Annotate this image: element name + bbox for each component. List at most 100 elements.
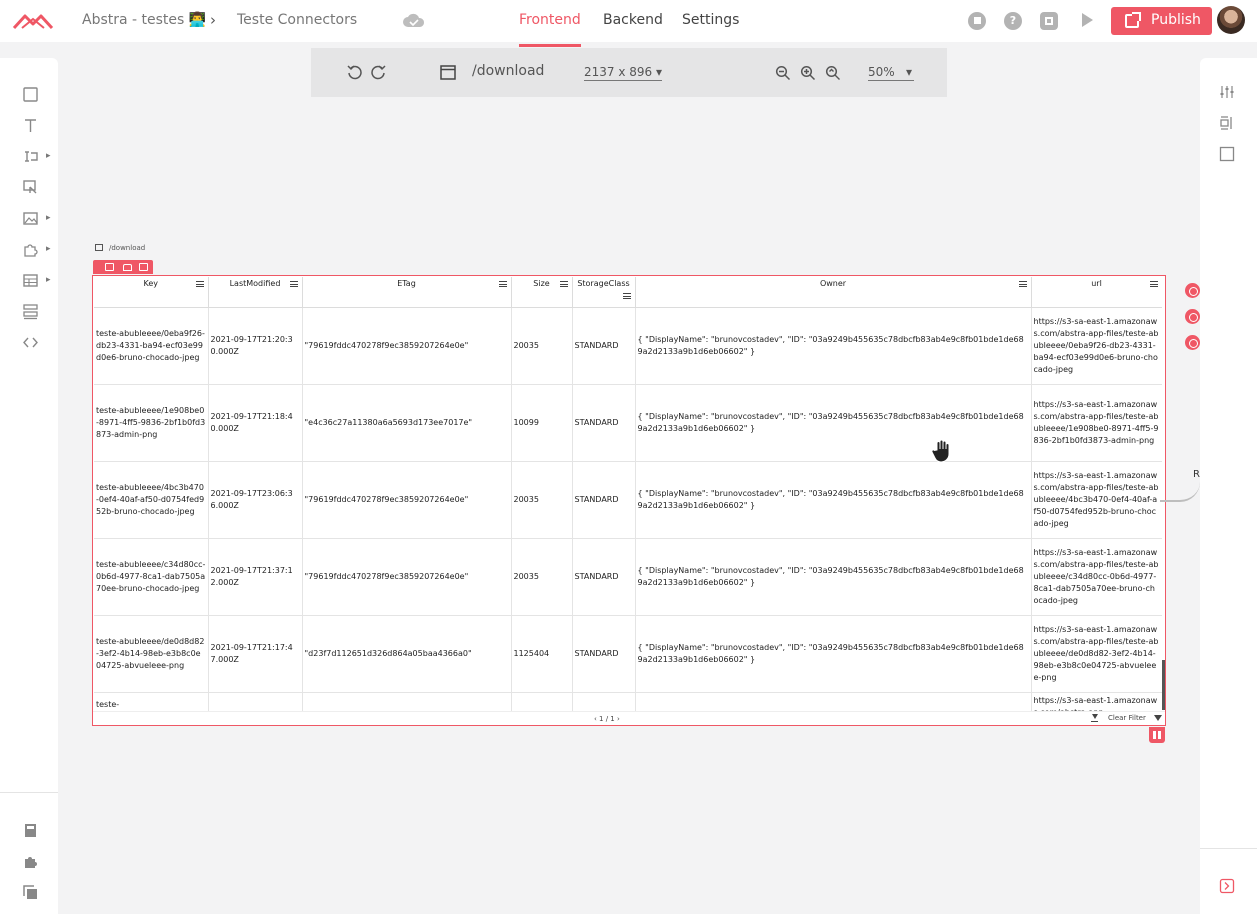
grid-scrollbar[interactable] bbox=[1162, 660, 1165, 710]
column-menu-icon[interactable] bbox=[1149, 281, 1158, 287]
cell-url[interactable]: https://s3-sa-east-1.amazonaws.com/abstr… bbox=[1031, 307, 1162, 385]
cell-storageclass[interactable]: STANDARD bbox=[572, 615, 636, 693]
grid-viewport[interactable]: Key LastModified ETag Size StorageClass … bbox=[94, 277, 1162, 711]
cell-lastmodified[interactable] bbox=[208, 692, 303, 711]
cell-size[interactable]: 20035 bbox=[511, 307, 573, 385]
pagination[interactable]: ‹ 1 / 1 › bbox=[594, 715, 620, 723]
table-row[interactable]: teste- https://s3-sa-east-1.amazonaws.co… bbox=[94, 692, 1162, 711]
column-menu-icon[interactable] bbox=[289, 281, 298, 287]
chevron-right-icon[interactable]: ▸ bbox=[46, 244, 51, 254]
table-icon[interactable] bbox=[22, 272, 39, 289]
column-header-lastmodified[interactable]: LastModified bbox=[208, 277, 303, 308]
cell-key[interactable]: teste-abubleeee/1e908be0-8971-4ff5-9836-… bbox=[94, 384, 209, 462]
tab-settings[interactable]: Settings bbox=[682, 12, 739, 28]
button-icon[interactable] bbox=[22, 179, 39, 196]
zoom-fit-icon[interactable] bbox=[825, 65, 841, 81]
cell-size[interactable]: 20035 bbox=[511, 538, 573, 616]
copy-icon[interactable] bbox=[22, 884, 39, 901]
cell-key[interactable]: teste-abubleeee/4bc3b470-0ef4-40af-af50-… bbox=[94, 461, 209, 539]
chevron-right-icon[interactable]: ▸ bbox=[46, 213, 51, 223]
cell-key[interactable]: teste-abubleeee/de0d8d82-3ef2-4b14-98eb-… bbox=[94, 615, 209, 693]
column-header-key[interactable]: Key bbox=[94, 277, 209, 308]
column-header-storageclass[interactable]: StorageClass bbox=[572, 277, 636, 308]
lock-icon[interactable] bbox=[123, 264, 132, 271]
cell-size[interactable]: 1125404 bbox=[511, 615, 573, 693]
cell-etag[interactable]: "79619fddc470278f9ec3859207264e0e" bbox=[302, 538, 512, 616]
cell-url[interactable]: https://s3-sa-east-1.amazonaws.com/abstr… bbox=[1031, 692, 1162, 711]
grid-settings-icon[interactable] bbox=[1149, 727, 1165, 743]
cell-storageclass[interactable] bbox=[572, 692, 636, 711]
table-row[interactable]: teste-abubleeee/1e908be0-8971-4ff5-9836-… bbox=[94, 384, 1162, 462]
cell-lastmodified[interactable]: 2021-09-17T21:17:47.000Z bbox=[208, 615, 303, 693]
cell-etag[interactable]: "e4c36c27a11380a6a5693d173ee7017e" bbox=[302, 384, 512, 462]
column-menu-icon[interactable] bbox=[622, 293, 631, 299]
stop-icon[interactable] bbox=[968, 12, 986, 30]
cell-lastmodified[interactable]: 2021-09-17T21:37:12.000Z bbox=[208, 538, 303, 616]
cell-lastmodified[interactable]: 2021-09-17T21:18:40.000Z bbox=[208, 384, 303, 462]
table-row[interactable]: teste-abubleeee/4bc3b470-0ef4-40af-af50-… bbox=[94, 461, 1162, 539]
cell-storageclass[interactable]: STANDARD bbox=[572, 538, 636, 616]
event-trigger-icon[interactable] bbox=[1185, 309, 1200, 324]
resolution-select[interactable]: 2137 x 896 ▾ bbox=[584, 65, 663, 81]
cell-owner[interactable] bbox=[635, 692, 1032, 711]
tab-backend[interactable]: Backend bbox=[603, 12, 663, 28]
tab-frontend[interactable]: Frontend bbox=[519, 12, 581, 28]
download-icon[interactable] bbox=[1091, 714, 1098, 722]
chevron-right-icon[interactable]: ▸ bbox=[46, 151, 51, 161]
breadcrumb-project[interactable]: Abstra - testes 👨‍💻 bbox=[82, 12, 206, 28]
cell-url[interactable]: https://s3-sa-east-1.amazonaws.com/abstr… bbox=[1031, 538, 1162, 616]
cell-lastmodified[interactable]: 2021-09-17T21:20:30.000Z bbox=[208, 307, 303, 385]
play-icon[interactable] bbox=[1082, 13, 1093, 27]
cell-owner[interactable]: { "DisplayName": "brunovcostadev", "ID":… bbox=[635, 615, 1032, 693]
cell-key[interactable]: teste- bbox=[94, 692, 209, 711]
box-icon[interactable] bbox=[1219, 146, 1235, 162]
window-icon[interactable] bbox=[139, 263, 148, 271]
cell-owner[interactable]: { "DisplayName": "brunovcostadev", "ID":… bbox=[635, 461, 1032, 539]
column-header-owner[interactable]: Owner bbox=[635, 277, 1032, 308]
cell-size[interactable] bbox=[511, 692, 573, 711]
cell-size[interactable]: 20035 bbox=[511, 461, 573, 539]
undo-icon[interactable] bbox=[346, 64, 362, 80]
clear-filter-button[interactable]: Clear Filter bbox=[1108, 714, 1146, 722]
zoom-select[interactable]: 50% ▾ bbox=[868, 65, 914, 81]
column-header-etag[interactable]: ETag bbox=[302, 277, 512, 308]
breadcrumb-page[interactable]: Teste Connectors bbox=[237, 12, 357, 28]
cell-etag[interactable]: "79619fddc470278f9ec3859207264e0e" bbox=[302, 461, 512, 539]
event-trigger-icon[interactable] bbox=[1185, 335, 1200, 350]
publish-button[interactable]: Publish bbox=[1111, 7, 1212, 35]
cell-owner[interactable]: { "DisplayName": "brunovcostadev", "ID":… bbox=[635, 538, 1032, 616]
container-icon[interactable] bbox=[22, 86, 39, 103]
column-menu-icon[interactable] bbox=[498, 281, 507, 287]
cell-url[interactable]: https://s3-sa-east-1.amazonaws.com/abstr… bbox=[1031, 615, 1162, 693]
chevron-right-icon[interactable]: ▸ bbox=[46, 275, 51, 285]
cell-etag[interactable]: "d23f7d112651d326d864a05baa4366a0" bbox=[302, 615, 512, 693]
column-menu-icon[interactable] bbox=[195, 281, 204, 287]
plugins-icon[interactable] bbox=[22, 853, 39, 870]
code-icon[interactable] bbox=[22, 334, 39, 351]
cell-owner[interactable]: { "DisplayName": "brunovcostadev", "ID":… bbox=[635, 384, 1032, 462]
column-header-url[interactable]: url bbox=[1031, 277, 1162, 308]
cell-key[interactable]: teste-abubleeee/0eba9f26-db23-4331-ba94-… bbox=[94, 307, 209, 385]
abstra-logo[interactable] bbox=[12, 10, 54, 32]
align-icon[interactable] bbox=[1219, 115, 1235, 131]
cell-storageclass[interactable]: STANDARD bbox=[572, 307, 636, 385]
frame-label[interactable]: /download bbox=[95, 244, 145, 252]
column-menu-icon[interactable] bbox=[1018, 281, 1027, 287]
cell-storageclass[interactable]: STANDARD bbox=[572, 461, 636, 539]
zoom-in-icon[interactable] bbox=[800, 65, 816, 81]
cell-lastmodified[interactable]: 2021-09-17T23:06:36.000Z bbox=[208, 461, 303, 539]
cell-etag[interactable] bbox=[302, 692, 512, 711]
help-icon[interactable]: ? bbox=[1004, 12, 1022, 30]
event-trigger-icon[interactable] bbox=[1185, 283, 1200, 298]
input-icon[interactable] bbox=[22, 148, 39, 165]
text-icon[interactable] bbox=[22, 117, 39, 134]
column-header-size[interactable]: Size bbox=[511, 277, 573, 308]
table-row[interactable]: teste-abubleeee/de0d8d82-3ef2-4b14-98eb-… bbox=[94, 615, 1162, 693]
user-avatar[interactable] bbox=[1217, 6, 1245, 34]
cell-etag[interactable]: "79619fddc470278f9ec3859207264e0e" bbox=[302, 307, 512, 385]
save-icon[interactable] bbox=[1040, 12, 1058, 30]
cell-key[interactable]: teste-abubleeee/c34d80cc-0b6d-4977-8ca1-… bbox=[94, 538, 209, 616]
pages-icon[interactable] bbox=[22, 822, 39, 839]
cell-size[interactable]: 10099 bbox=[511, 384, 573, 462]
cell-url[interactable]: https://s3-sa-east-1.amazonaws.com/abstr… bbox=[1031, 461, 1162, 539]
